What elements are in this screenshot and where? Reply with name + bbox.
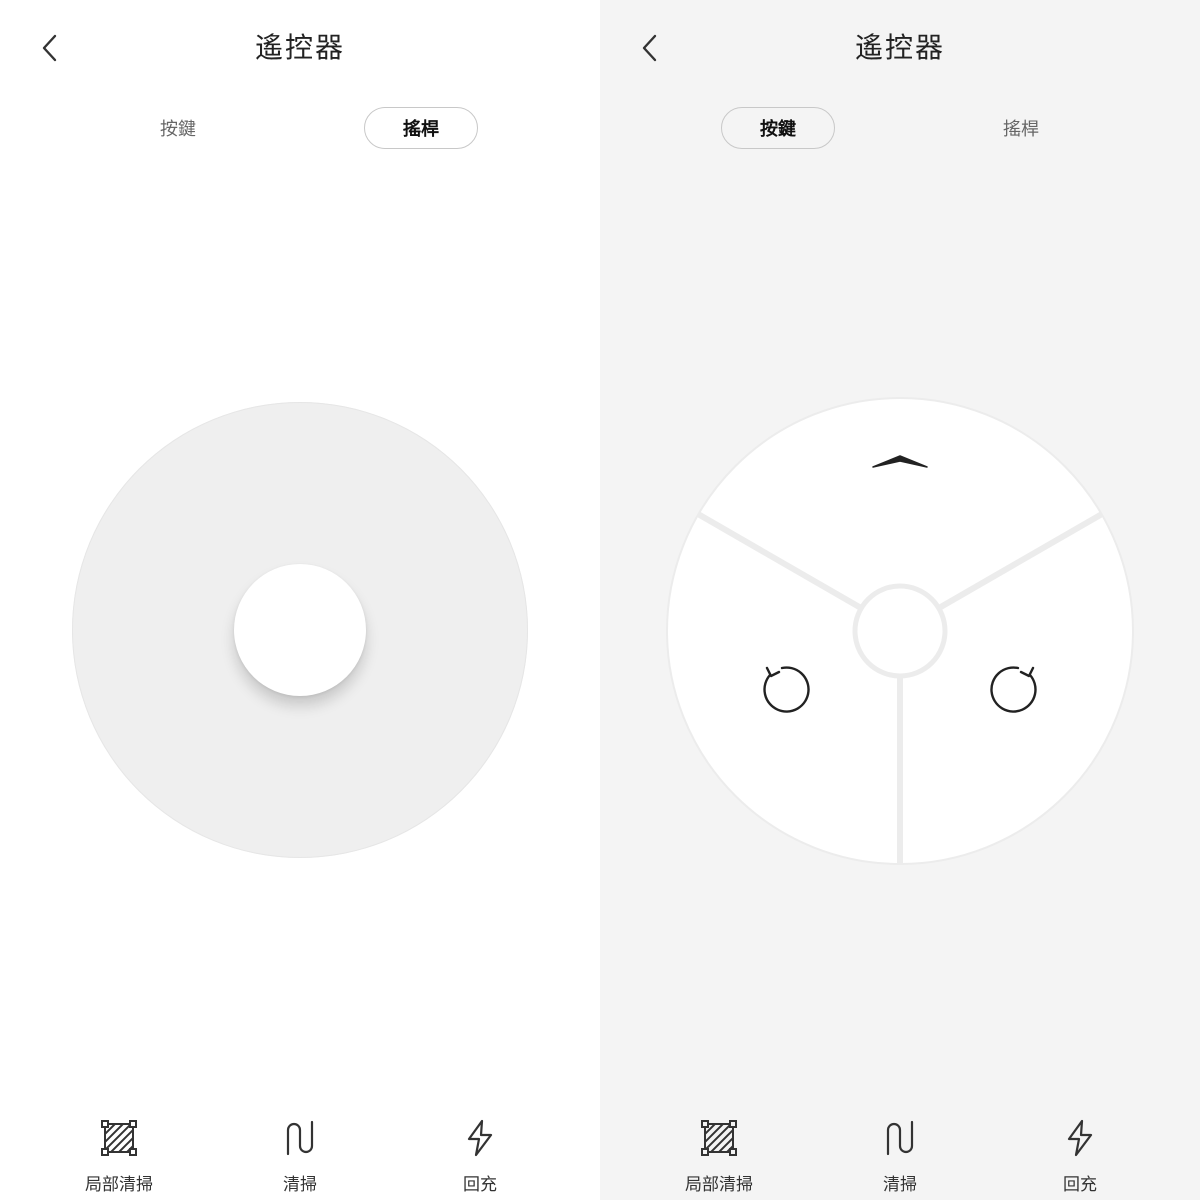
- tab-buttons[interactable]: 按鍵: [121, 107, 235, 149]
- clean-button[interactable]: 清掃: [240, 1118, 360, 1198]
- clean-label: 清掃: [283, 1175, 317, 1195]
- recharge-icon: [467, 1119, 493, 1157]
- rotate-right-button[interactable]: [978, 649, 1058, 729]
- clean-path-icon: [886, 1120, 914, 1156]
- up-chevron-icon: [872, 455, 928, 468]
- page-title: 遙控器: [854, 31, 945, 64]
- zone-clean-label: 局部清掃: [685, 1175, 753, 1195]
- rotate-left-button[interactable]: [742, 649, 822, 729]
- rotate-left-icon: [763, 666, 810, 713]
- page-title: 遙控器: [254, 31, 345, 64]
- joystick-screen: 遙控器 按鍵 搖桿 局部清掃 清掃 回充: [0, 0, 600, 1200]
- tab-buttons[interactable]: 按鍵: [721, 107, 835, 149]
- zone-clean-icon: [101, 1120, 137, 1156]
- zone-clean-icon: [701, 1120, 737, 1156]
- direction-pad: [666, 397, 1134, 865]
- clean-button[interactable]: 清掃: [840, 1118, 960, 1198]
- recharge-label: 回充: [1063, 1175, 1097, 1195]
- buttons-screen: 遙控器 按鍵 搖桿 局部清掃 清掃 回充: [600, 0, 1200, 1200]
- recharge-label: 回充: [463, 1175, 497, 1195]
- zone-clean-label: 局部清掃: [85, 1175, 153, 1195]
- recharge-button[interactable]: 回充: [420, 1118, 540, 1198]
- center-button[interactable]: [855, 586, 945, 676]
- tab-joystick[interactable]: 搖桿: [364, 107, 478, 149]
- zone-clean-button[interactable]: 局部清掃: [659, 1118, 779, 1198]
- clean-label: 清掃: [883, 1175, 917, 1195]
- forward-button[interactable]: [846, 427, 954, 507]
- tab-joystick[interactable]: 搖桿: [964, 107, 1078, 149]
- zone-clean-button[interactable]: 局部清掃: [59, 1118, 179, 1198]
- clean-path-icon: [286, 1120, 314, 1156]
- rotate-right-icon: [990, 666, 1037, 713]
- joystick-knob[interactable]: [234, 564, 366, 696]
- recharge-button[interactable]: 回充: [1020, 1118, 1140, 1198]
- recharge-icon: [1067, 1119, 1093, 1157]
